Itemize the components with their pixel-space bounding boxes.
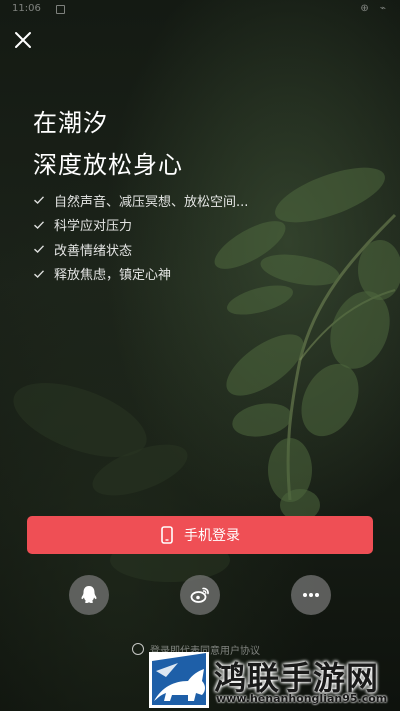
notification-icon [56, 5, 65, 14]
watermark-url: www.henanhonglian95.com [216, 692, 388, 705]
more-icon [303, 593, 319, 597]
feature-item: 科学应对压力 [33, 213, 248, 238]
weibo-icon [190, 587, 209, 603]
check-icon [34, 221, 45, 229]
site-watermark: 鸿联手游网 www.henanhonglian95.com [148, 651, 398, 709]
feature-text: 释放焦虑，镇定心神 [54, 268, 172, 284]
phone-icon [161, 526, 173, 544]
watermark-logo [149, 652, 209, 708]
check-icon [34, 196, 45, 205]
feature-item: 释放焦虑，镇定心神 [33, 262, 248, 287]
qq-icon [81, 586, 97, 603]
status-icons: ⊕ ⌁ [360, 3, 390, 14]
feature-item: 自然声音、减压冥想、放松空间... [33, 188, 248, 213]
phone-login-button[interactable]: 手机登录 [27, 516, 373, 554]
close-button[interactable] [12, 29, 34, 51]
feature-text: 自然声音、减压冥想、放松空间... [54, 194, 249, 210]
headline-line1: 在潮汐 [33, 109, 108, 137]
weibo-login-button[interactable] [180, 575, 220, 615]
feature-text: 改善情绪状态 [54, 243, 133, 259]
feature-list: 自然声音、减压冥想、放松空间... 科学应对压力 改善情绪状态 释放焦虑，镇定心… [33, 188, 248, 286]
check-icon [34, 270, 45, 278]
status-bar: 11:06 ⊕ ⌁ [0, 0, 400, 18]
more-login-options-button[interactable] [291, 575, 331, 615]
close-icon [15, 32, 31, 48]
feature-item: 改善情绪状态 [33, 237, 248, 262]
status-time: 11:06 [12, 3, 41, 14]
phone-login-label: 手机登录 [184, 528, 240, 544]
headline-line2: 深度放松身心 [33, 151, 183, 179]
qq-login-button[interactable] [69, 575, 109, 615]
agreement-radio[interactable] [132, 643, 144, 655]
feature-text: 科学应对压力 [54, 219, 133, 235]
check-icon [34, 245, 45, 254]
